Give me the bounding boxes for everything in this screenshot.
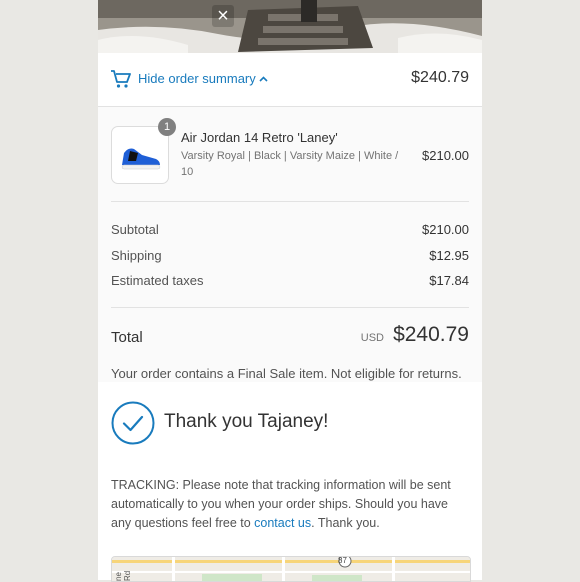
toggle-label: Hide order summary	[138, 71, 256, 86]
hide-order-summary-link[interactable]: Hide order summary	[138, 71, 268, 86]
tracking-suffix: . Thank you.	[311, 516, 380, 530]
contact-us-link[interactable]: contact us	[254, 516, 311, 530]
total-amount: $240.79	[393, 323, 469, 346]
taxes-value: $17.84	[429, 273, 469, 288]
shipping-label: Shipping	[111, 248, 162, 263]
product-name: Air Jordan 14 Retro 'Laney'	[181, 130, 338, 145]
total-label: Total	[111, 329, 143, 346]
cart-icon	[111, 70, 131, 88]
thank-you-heading: Thank you Tajaney!	[164, 411, 329, 432]
waterfall-image	[98, 0, 482, 53]
close-button[interactable]: ×	[212, 5, 234, 27]
quantity-badge: 1	[158, 118, 176, 136]
line-item: 1 Air Jordan 14 Retro 'Laney' Varsity Ro…	[111, 118, 469, 186]
product-thumbnail	[111, 126, 169, 184]
map-preview[interactable]: 87 ne Rd	[111, 556, 471, 582]
tracking-message: TRACKING: Please note that tracking info…	[111, 476, 469, 533]
checkout-screen: × Hide order summary $240.79 1 Air Jorda…	[0, 0, 580, 582]
map-image	[112, 557, 470, 581]
tracking-prefix: TRACKING	[111, 478, 176, 492]
final-sale-notice: Your order contains a Final Sale item. N…	[111, 366, 462, 381]
product-price: $210.00	[422, 148, 469, 163]
map-street-label: ne Rd	[114, 570, 132, 581]
taxes-label: Estimated taxes	[111, 273, 204, 288]
subtotal-value: $210.00	[422, 222, 469, 237]
sneaker-image	[121, 148, 161, 170]
divider	[111, 201, 469, 202]
summary-total: $240.79	[411, 69, 469, 86]
shipping-value: $12.95	[429, 248, 469, 263]
checkmark-circle-icon	[111, 401, 155, 445]
product-variant: Varsity Royal | Black | Varsity Maize | …	[181, 150, 399, 178]
map-route-label: 87	[338, 556, 347, 565]
chevron-up-icon	[259, 76, 268, 82]
total-row: Total USD $240.79	[111, 323, 469, 353]
order-summary-toggle[interactable]: Hide order summary $240.79	[98, 53, 482, 107]
divider	[111, 307, 469, 308]
subtotal-label: Subtotal	[111, 222, 159, 237]
currency-code: USD	[360, 332, 384, 344]
header-photo: ×	[98, 0, 482, 53]
